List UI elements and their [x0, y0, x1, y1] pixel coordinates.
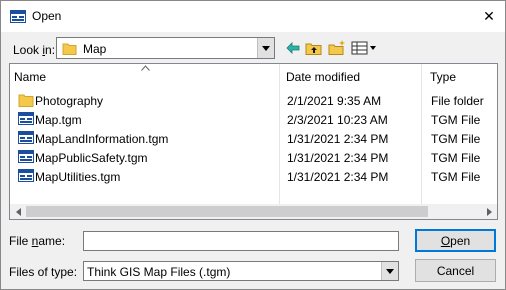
list-item[interactable]: MapLandInformation.tgm 1/31/2021 2:34 PM… — [10, 129, 497, 148]
list-item[interactable]: MapUtilities.tgm 1/31/2021 2:34 PM TGM F… — [10, 167, 497, 186]
file-name-label: File name: — [9, 234, 66, 248]
list-item[interactable]: Map.tgm 2/3/2021 10:23 AM TGM File — [10, 110, 497, 129]
list-header: Name Date modified Type — [10, 64, 497, 89]
chevron-down-icon[interactable] — [381, 262, 398, 280]
look-in-label: Look in: — [13, 43, 56, 57]
file-name: Map.tgm — [35, 113, 82, 127]
file-name: MapLandInformation.tgm — [35, 132, 169, 146]
scrollbar-thumb[interactable] — [26, 206, 428, 217]
file-type-label: Files of type: — [9, 265, 78, 279]
list-item[interactable]: MapPublicSafety.tgm 1/31/2021 2:34 PM TG… — [10, 148, 497, 167]
look-in-combo[interactable]: Map — [56, 37, 275, 59]
column-header-date[interactable]: Date modified — [286, 64, 360, 89]
view-menu-icon[interactable] — [350, 39, 378, 57]
file-type: File folder — [431, 94, 484, 108]
chevron-down-icon[interactable] — [257, 38, 274, 58]
up-folder-icon[interactable] — [304, 39, 324, 57]
tgm-file-icon — [18, 112, 34, 127]
app-icon — [10, 10, 26, 23]
list-item[interactable]: Photography 2/1/2021 9:35 AM File folder — [10, 91, 497, 110]
file-type-value: Think GIS Map Files (.tgm) — [87, 265, 231, 279]
open-dialog: Open ✕ Look in: Map Name Date modified T… — [0, 0, 506, 290]
title-bar: Open ✕ — [1, 1, 505, 32]
file-type: TGM File — [431, 151, 481, 165]
file-date: 1/31/2021 2:34 PM — [287, 170, 389, 184]
sort-ascending-icon — [141, 64, 150, 73]
back-icon[interactable] — [283, 39, 303, 57]
column-header-type[interactable]: Type — [430, 64, 456, 89]
tgm-file-icon — [18, 131, 34, 146]
file-name: Photography — [35, 94, 104, 108]
cancel-button[interactable]: Cancel — [415, 259, 496, 282]
file-type: TGM File — [431, 113, 481, 127]
window-title: Open — [32, 9, 62, 23]
file-name: MapPublicSafety.tgm — [35, 151, 148, 165]
horizontal-scrollbar[interactable] — [10, 204, 497, 219]
column-header-name[interactable]: Name — [14, 64, 46, 89]
scroll-left-icon[interactable] — [10, 204, 26, 219]
file-type: TGM File — [431, 132, 481, 146]
folder-icon — [18, 93, 34, 108]
file-name-input[interactable] — [83, 231, 399, 251]
file-name: MapUtilities.tgm — [35, 170, 121, 184]
file-type: TGM File — [431, 170, 481, 184]
file-type-select[interactable]: Think GIS Map Files (.tgm) — [83, 261, 399, 281]
folder-icon — [62, 41, 77, 56]
open-button[interactable]: Open — [415, 229, 496, 252]
tgm-file-icon — [18, 169, 34, 184]
scroll-right-icon[interactable] — [481, 204, 497, 219]
file-date: 1/31/2021 2:34 PM — [287, 151, 389, 165]
tgm-file-icon — [18, 150, 34, 165]
file-list[interactable]: Name Date modified Type Photography 2/1/… — [9, 63, 498, 220]
new-folder-icon[interactable] — [327, 39, 347, 57]
close-button[interactable]: ✕ — [473, 1, 505, 32]
file-date: 2/1/2021 9:35 AM — [287, 94, 382, 108]
close-icon: ✕ — [483, 8, 495, 24]
file-date: 1/31/2021 2:34 PM — [287, 132, 389, 146]
look-in-value: Map — [83, 42, 107, 56]
file-date: 2/3/2021 10:23 AM — [287, 113, 388, 127]
